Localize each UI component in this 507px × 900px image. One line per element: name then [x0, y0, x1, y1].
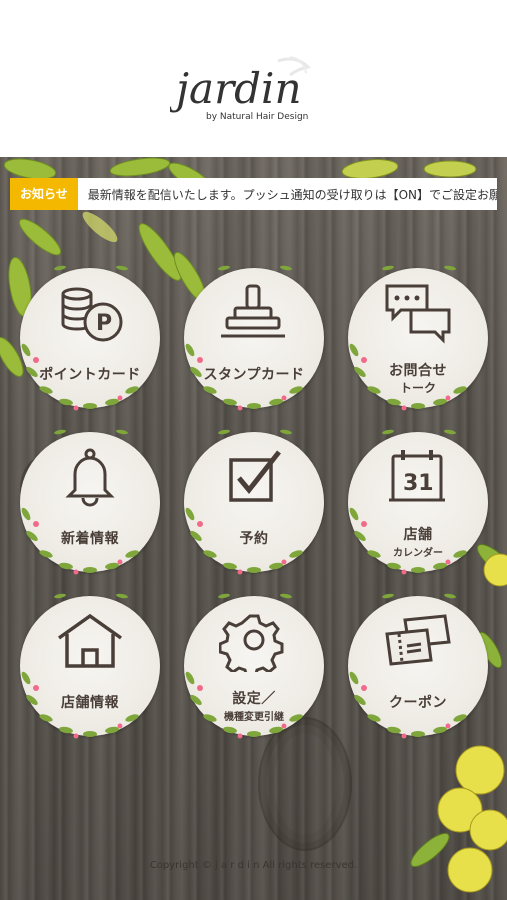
gear-icon	[219, 614, 284, 672]
menu-settings-button[interactable]: 設定／ 機種変更引継	[184, 593, 324, 739]
menu-label: 新着情報	[61, 531, 119, 547]
news-badge: お知らせ	[10, 178, 78, 210]
menu-sub-label: カレンダー	[393, 548, 443, 559]
house-icon	[57, 613, 123, 668]
menu-reservation-button[interactable]: 予約	[184, 429, 324, 575]
copyright-text: Copyright © j a r d i n All rights reser…	[149, 860, 358, 871]
logo-wordmark: jardin	[170, 64, 302, 113]
wood-knot	[258, 717, 352, 851]
menu-point-card-button[interactable]: P ポイントカード	[20, 265, 160, 411]
jardin-logo: jardin by Natural Hair Design	[168, 55, 340, 130]
svg-text:P: P	[96, 311, 112, 336]
menu-label: 予約	[239, 531, 269, 547]
calendar-icon: 31	[389, 450, 445, 502]
menu-store-info-button[interactable]: 店舗情報	[20, 593, 160, 739]
menu-news-button[interactable]: 新着情報	[20, 429, 160, 575]
menu-inquiry-talk-button[interactable]: お問合せ トーク	[348, 265, 488, 411]
menu-label: クーポン	[389, 695, 447, 711]
menu-label: ポイントカード	[39, 367, 141, 383]
chat-bubbles-icon	[385, 284, 451, 344]
menu-label: 設定／	[232, 691, 276, 707]
menu-sub-label: 機種変更引継	[224, 712, 284, 723]
menu-store-calendar-button[interactable]: 31 店舗 カレンダー	[348, 429, 488, 575]
news-text: 最新情報を配信いたします。プッシュ通知の受け取りは【ON】でご設定お願いします。	[87, 187, 497, 202]
bell-icon	[65, 448, 115, 507]
news-ticker[interactable]: お知らせ 最新情報を配信いたします。プッシュ通知の受け取りは【ON】でご設定お願…	[10, 178, 497, 210]
menu-coupon-button[interactable]: クーポン	[348, 593, 488, 739]
logo-tagline: by Natural Hair Design	[206, 112, 308, 122]
checkbox-icon	[229, 450, 281, 502]
menu-label: お問合せ	[389, 363, 447, 379]
stamp-icon	[221, 284, 285, 338]
menu-label: 店舗情報	[61, 695, 119, 711]
menu-label: スタンプカード	[203, 367, 305, 383]
points-coin-icon: P	[61, 287, 123, 342]
app-header: jardin by Natural Hair Design	[0, 0, 507, 157]
menu-stamp-card-button[interactable]: スタンプカード	[184, 265, 324, 411]
calendar-day: 31	[403, 471, 434, 496]
coupon-tickets-icon	[385, 614, 451, 666]
menu-sub-label: トーク	[399, 381, 436, 395]
menu-label: 店舗	[403, 527, 433, 543]
